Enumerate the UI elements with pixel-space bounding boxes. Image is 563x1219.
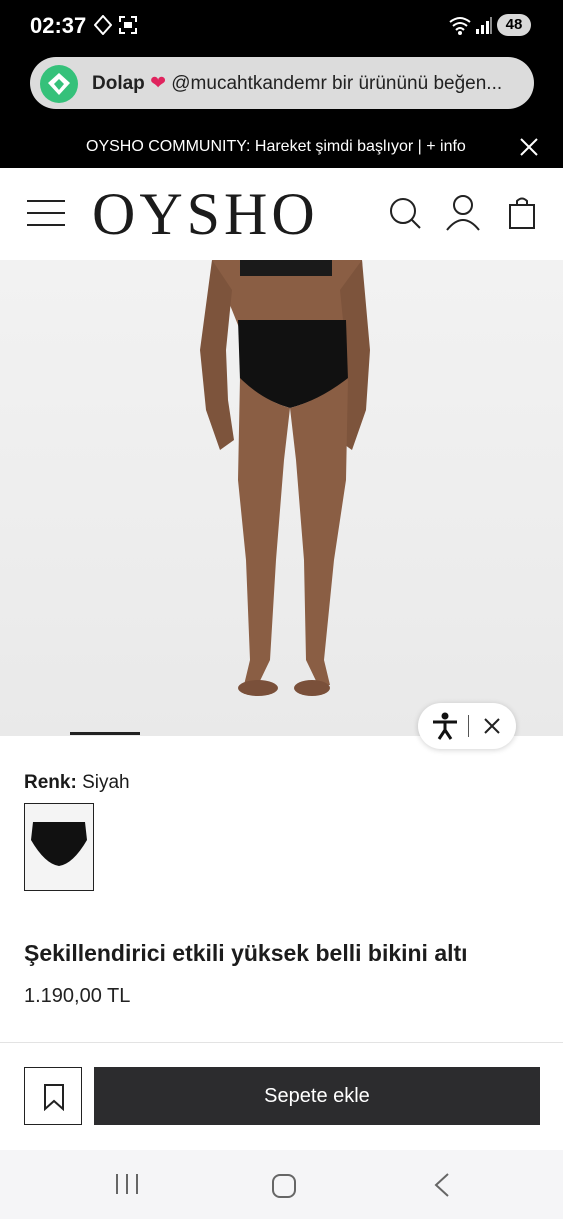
swatch-thumbnail: [31, 822, 87, 866]
search-icon[interactable]: [388, 196, 422, 230]
screenshot-icon: [119, 16, 137, 34]
accessibility-widget: [418, 703, 516, 749]
notification-message: @mucahtkandemr bir ürününü beğen...: [171, 73, 503, 94]
notification-text: Dolap ❤ @mucahtkandemr bir ürününü beğen…: [92, 72, 522, 95]
color-selector-label: Renk: Siyah: [24, 772, 130, 794]
site-header: OYSHO: [0, 168, 563, 260]
accessibility-divider: [468, 715, 469, 737]
close-icon[interactable]: [519, 137, 539, 157]
color-value: Siyah: [82, 772, 130, 793]
battery-indicator: 48: [497, 14, 531, 36]
divider: [0, 1042, 563, 1043]
home-icon[interactable]: [270, 1172, 298, 1200]
notification-area: Dolap ❤ @mucahtkandemr bir ürününü beğen…: [0, 52, 563, 127]
add-to-cart-button[interactable]: Sepete ekle: [94, 1067, 540, 1125]
close-icon[interactable]: [484, 718, 500, 734]
menu-icon[interactable]: [26, 198, 66, 228]
notification-app-name: Dolap: [92, 73, 145, 94]
account-icon[interactable]: [445, 194, 481, 232]
color-label: Renk:: [24, 772, 77, 793]
dolap-app-icon: [40, 65, 78, 103]
recent-apps-icon[interactable]: [114, 1172, 140, 1196]
bookmark-icon: [44, 1084, 64, 1111]
signal-icon: [476, 17, 492, 34]
heart-icon: ❤: [150, 73, 172, 94]
status-bar: 02:37 48: [0, 0, 563, 52]
product-title: Şekillendirici etkili yüksek belli bikin…: [24, 940, 468, 966]
image-carousel-indicator: [70, 732, 140, 735]
product-price: 1.190,00 TL: [24, 985, 131, 1007]
notification-pill[interactable]: Dolap ❤ @mucahtkandemr bir ürününü beğen…: [30, 57, 534, 109]
status-time: 02:37: [30, 13, 87, 38]
color-swatch-black[interactable]: [24, 803, 94, 891]
promo-bar: OYSHO COMMUNITY: Hareket şimdi başlıyor …: [0, 127, 563, 168]
accessibility-icon[interactable]: [432, 712, 458, 740]
promo-text[interactable]: OYSHO COMMUNITY: Hareket şimdi başlıyor …: [86, 138, 466, 156]
navigation-icon: [94, 15, 112, 35]
brand-logo[interactable]: OYSHO: [92, 182, 319, 246]
product-image[interactable]: [0, 260, 563, 736]
wishlist-button[interactable]: [24, 1067, 82, 1125]
wifi-icon: [449, 17, 471, 35]
back-icon[interactable]: [432, 1172, 452, 1198]
shopping-bag-icon[interactable]: [508, 196, 536, 230]
model-photo: [200, 260, 370, 696]
system-navigation-bar: [0, 1150, 563, 1219]
